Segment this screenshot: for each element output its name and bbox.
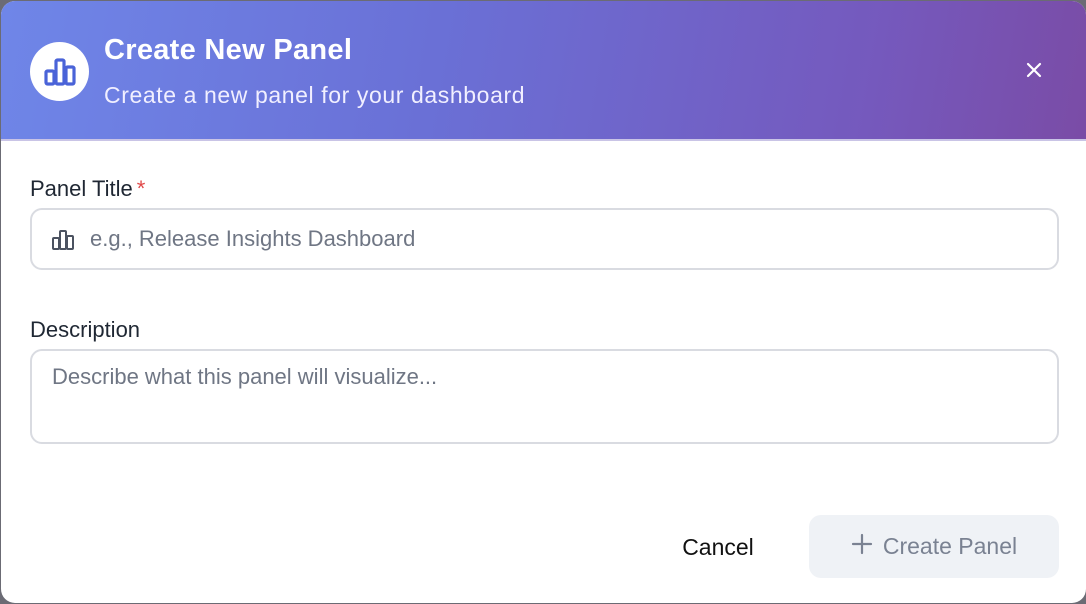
cancel-button[interactable]: Cancel: [653, 516, 783, 578]
bar-chart-icon: [30, 42, 89, 101]
panel-title-field: [30, 208, 1059, 270]
panel-title-label: Panel Title *: [30, 176, 145, 202]
description-textarea[interactable]: [30, 349, 1059, 444]
dialog-title: Create New Panel: [104, 34, 353, 66]
create-panel-button[interactable]: Create Panel: [809, 515, 1059, 578]
description-label: Description: [30, 317, 141, 342]
plus-icon: [851, 533, 873, 561]
close-button[interactable]: [1015, 53, 1053, 91]
panel-title-label-text: Panel Title: [30, 176, 133, 201]
create-panel-dialog: Create New Panel Create a new panel for …: [1, 1, 1086, 603]
bar-chart-icon: [50, 227, 76, 253]
panel-title-input[interactable]: [90, 210, 1040, 268]
dialog-header: Create New Panel Create a new panel for …: [1, 1, 1086, 141]
required-indicator: *: [136, 176, 146, 201]
close-icon: [1025, 61, 1043, 84]
dialog-subtitle: Create a new panel for your dashboard: [104, 82, 526, 108]
create-panel-label: Create Panel: [882, 533, 1018, 559]
